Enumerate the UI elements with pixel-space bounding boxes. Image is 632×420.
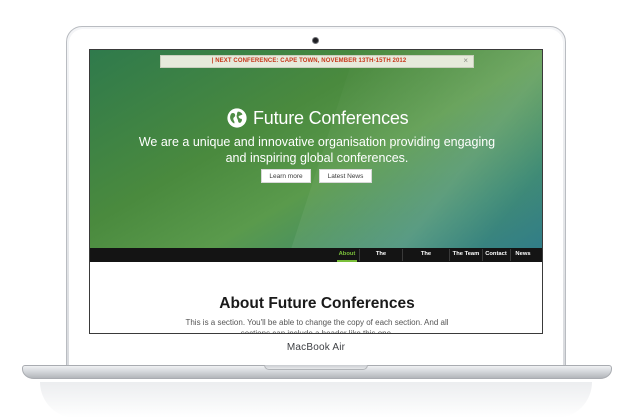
model-label: MacBook Air <box>286 342 346 353</box>
hero-tagline: We are a unique and innovative organisat… <box>138 135 496 165</box>
next-conference-bar: | NEXT CONFERENCE: CAPE TOWN, NOVEMBER 1… <box>160 55 474 68</box>
nav-divider <box>510 249 511 261</box>
nav-item-contact[interactable]: Contact <box>485 248 507 262</box>
brand[interactable]: Future Conferences <box>226 107 409 129</box>
screen: | NEXT CONFERENCE: CAPE TOWN, NOVEMBER 1… <box>89 49 543 334</box>
brand-name: Future Conferences <box>253 107 409 128</box>
nav-item-news[interactable]: News <box>513 248 533 262</box>
latest-news-button[interactable]: Latest News <box>319 169 372 183</box>
globe-icon <box>227 108 247 128</box>
nav-divider <box>402 249 403 261</box>
nav-item-the-conference[interactable]: The Conference <box>405 248 447 270</box>
nav-item-the-workshop[interactable]: The Workshop <box>362 248 400 270</box>
close-icon[interactable]: × <box>463 56 468 65</box>
nav-divider <box>359 249 360 261</box>
camera-icon <box>312 37 319 44</box>
next-conference-text: | NEXT CONFERENCE: CAPE TOWN, NOVEMBER 1… <box>211 58 407 64</box>
nav-divider <box>482 249 483 261</box>
surface-reflection <box>40 382 592 418</box>
about-section: About Future Conferences This is a secti… <box>90 262 542 334</box>
main-nav: About The Workshop The Conference The Te… <box>90 248 542 270</box>
nav-divider <box>449 249 450 261</box>
hero-section: | NEXT CONFERENCE: CAPE TOWN, NOVEMBER 1… <box>90 50 542 310</box>
section-copy: This is a section. You'll be able to cha… <box>185 318 449 334</box>
nav-item-the-team[interactable]: The Team <box>452 248 480 262</box>
learn-more-button[interactable]: Learn more <box>261 169 311 183</box>
nav-item-about[interactable]: About <box>337 248 357 262</box>
section-title: About Future Conferences <box>219 295 415 312</box>
lid-opening-notch <box>264 365 368 370</box>
